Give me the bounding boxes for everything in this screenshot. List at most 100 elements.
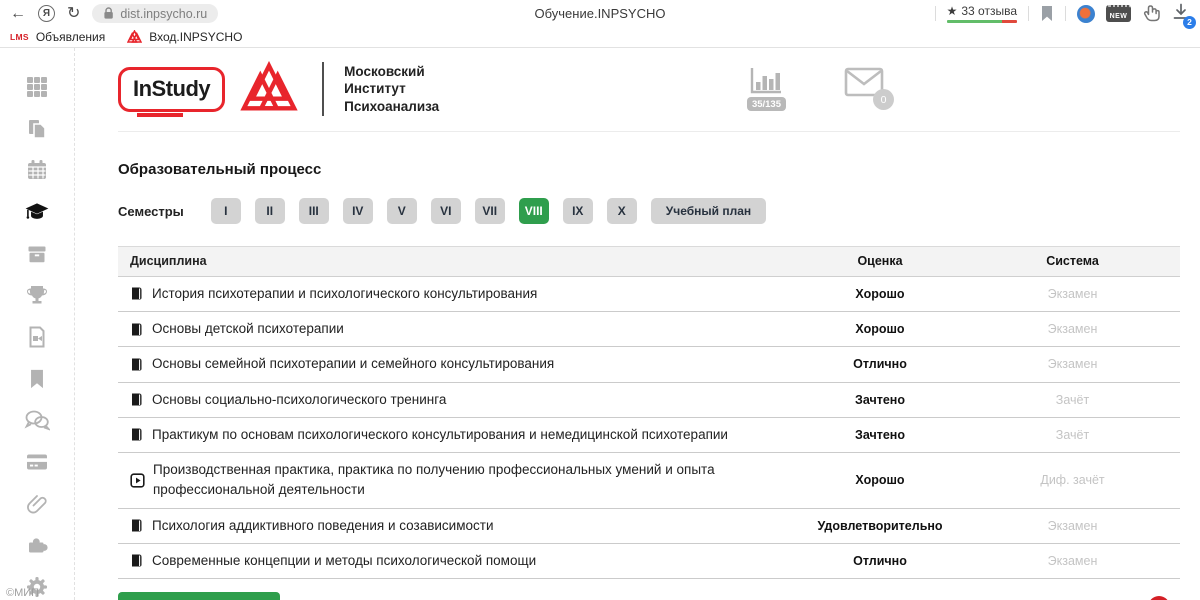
- lock-icon: [103, 7, 114, 20]
- extension-glove-icon[interactable]: [1142, 5, 1161, 22]
- column-header-grade: Оценка: [795, 254, 965, 268]
- semester-9-button[interactable]: IX: [563, 198, 593, 224]
- footer-row: Зачётная книжка !: [118, 592, 1180, 600]
- integrations-icon[interactable]: [24, 533, 50, 559]
- semester-8-button-active[interactable]: VIII: [519, 198, 549, 224]
- table-row: Психология аддиктивного поведения и соза…: [118, 509, 1180, 544]
- grade-value: Удовлетворительно: [795, 519, 965, 533]
- system-value: Зачёт: [965, 393, 1180, 407]
- archive-box-icon[interactable]: [24, 241, 50, 267]
- mip-triangles-logo: [240, 61, 298, 117]
- alert-icon[interactable]: !: [1148, 596, 1170, 600]
- page-title: Образовательный процесс: [118, 161, 1180, 178]
- grade-value: Хорошо: [795, 473, 965, 487]
- mail-count-badge: 0: [873, 89, 894, 110]
- book-icon: [130, 553, 144, 568]
- header-icons: 35/135 0: [747, 67, 884, 111]
- system-value: Экзамен: [965, 554, 1180, 568]
- discipline-name: Основы детской психотерапии: [152, 319, 344, 339]
- bookmark-label: Объявления: [36, 30, 105, 44]
- book-icon: [130, 322, 144, 337]
- calendar-icon[interactable]: [24, 157, 50, 183]
- table-row: Производственная практика, практика по п…: [118, 453, 1180, 509]
- book-icon: [130, 392, 144, 407]
- column-header-discipline: Дисциплина: [118, 252, 795, 271]
- reviews-label: 33 отзыва: [961, 4, 1017, 18]
- screen: ← Я ↻ dist.inpsycho.ru Обучение.INPSYCHO…: [0, 0, 1200, 600]
- semester-4-button[interactable]: IV: [343, 198, 373, 224]
- messages-icon[interactable]: [24, 408, 50, 434]
- semester-10-button[interactable]: X: [607, 198, 637, 224]
- progress-badge: 35/135: [747, 97, 786, 111]
- divider: [1065, 6, 1066, 21]
- semester-1-button[interactable]: I: [211, 198, 241, 224]
- semester-3-button[interactable]: III: [299, 198, 329, 224]
- discipline-name: История психотерапии и психологического …: [152, 284, 537, 304]
- divider: [935, 6, 936, 21]
- address-bar[interactable]: dist.inpsycho.ru: [92, 4, 218, 23]
- bookmarks-bar: LMS Объявления Вход.INPSYCHO: [0, 27, 1200, 48]
- browser-tab-bar: ← Я ↻ dist.inpsycho.ru Обучение.INPSYCHO…: [0, 0, 1200, 27]
- divider: [1028, 6, 1029, 21]
- documents-icon[interactable]: [24, 116, 50, 142]
- grade-value: Отлично: [795, 357, 965, 371]
- instudy-logo[interactable]: InStudy: [118, 67, 225, 112]
- discipline-name: Основы семейной психотерапии и семейного…: [152, 354, 554, 374]
- book-icon: [130, 427, 144, 442]
- mail-button[interactable]: 0: [844, 67, 884, 102]
- discipline-name: Психология аддиктивного поведения и соза…: [152, 516, 493, 536]
- star-icon: ★: [947, 4, 958, 18]
- lms-favicon: LMS: [10, 32, 29, 42]
- bookmark-login[interactable]: Вход.INPSYCHO: [127, 30, 242, 44]
- discipline-name: Основы социально-психологического тренин…: [152, 390, 446, 410]
- book-icon: [130, 357, 144, 372]
- yandex-browser-icon[interactable]: Я: [38, 5, 55, 22]
- bookmark-label: Вход.INPSYCHO: [149, 30, 242, 44]
- column-header-system: Система: [965, 254, 1180, 268]
- semester-7-button[interactable]: VII: [475, 198, 505, 224]
- logo-divider: [322, 62, 324, 116]
- apps-grid-icon[interactable]: [24, 74, 50, 100]
- downloads-button[interactable]: 2: [1172, 3, 1190, 25]
- bookmark-announcements[interactable]: LMS Объявления: [10, 30, 105, 44]
- rating-bar: [947, 20, 1017, 23]
- grade-value: Хорошо: [795, 287, 965, 301]
- page-header: InStudy Московский Институт Психоанализа: [118, 48, 1180, 132]
- extension-sphere-icon[interactable]: [1077, 5, 1095, 23]
- back-icon[interactable]: ←: [10, 6, 26, 22]
- semester-6-button[interactable]: VI: [431, 198, 461, 224]
- table-header-row: Дисциплина Оценка Система: [118, 247, 1180, 277]
- app-body: ©МИП InStudy Московский Институт Пси: [0, 48, 1200, 600]
- refresh-icon[interactable]: ↻: [67, 6, 80, 22]
- book-icon: [130, 518, 144, 533]
- grade-value: Зачтено: [795, 393, 965, 407]
- system-value: Экзамен: [965, 322, 1180, 336]
- gradebook-button[interactable]: Зачётная книжка: [118, 592, 280, 600]
- discipline-name: Практикум по основам психологического ко…: [152, 425, 728, 445]
- grade-value: Зачтено: [795, 428, 965, 442]
- table-row: Практикум по основам психологического ко…: [118, 418, 1180, 453]
- education-icon-active[interactable]: [24, 199, 50, 225]
- system-value: Диф. зачёт: [965, 473, 1180, 487]
- system-value: Зачёт: [965, 428, 1180, 442]
- grade-value: Хорошо: [795, 322, 965, 336]
- curriculum-button[interactable]: Учебный план: [651, 198, 766, 224]
- discipline-name: Современные концепции и методы психологи…: [152, 551, 536, 571]
- semester-2-button[interactable]: II: [255, 198, 285, 224]
- payments-icon[interactable]: [24, 449, 50, 475]
- screenshot-new-icon[interactable]: NEW: [1106, 5, 1131, 22]
- attachments-icon[interactable]: [24, 491, 50, 517]
- table-row: Основы семейной психотерапии и семейного…: [118, 347, 1180, 382]
- semester-switcher: Семестры I II III IV V VI VII VIII IX X …: [118, 198, 1180, 224]
- system-value: Экзамен: [965, 519, 1180, 533]
- table-row: История психотерапии и психологического …: [118, 277, 1180, 312]
- trophy-icon[interactable]: [24, 282, 50, 308]
- video-lessons-icon[interactable]: [24, 324, 50, 350]
- site-reviews[interactable]: ★ 33 отзыва: [947, 4, 1017, 23]
- bookmark-icon[interactable]: [1040, 5, 1054, 22]
- table-row: Основы детской психотерапии Хорошо Экзам…: [118, 312, 1180, 347]
- bookmarks-icon[interactable]: [24, 366, 50, 392]
- progress-stats-button[interactable]: 35/135: [747, 67, 786, 111]
- semester-5-button[interactable]: V: [387, 198, 417, 224]
- grades-table: Дисциплина Оценка Система История психот…: [118, 246, 1180, 579]
